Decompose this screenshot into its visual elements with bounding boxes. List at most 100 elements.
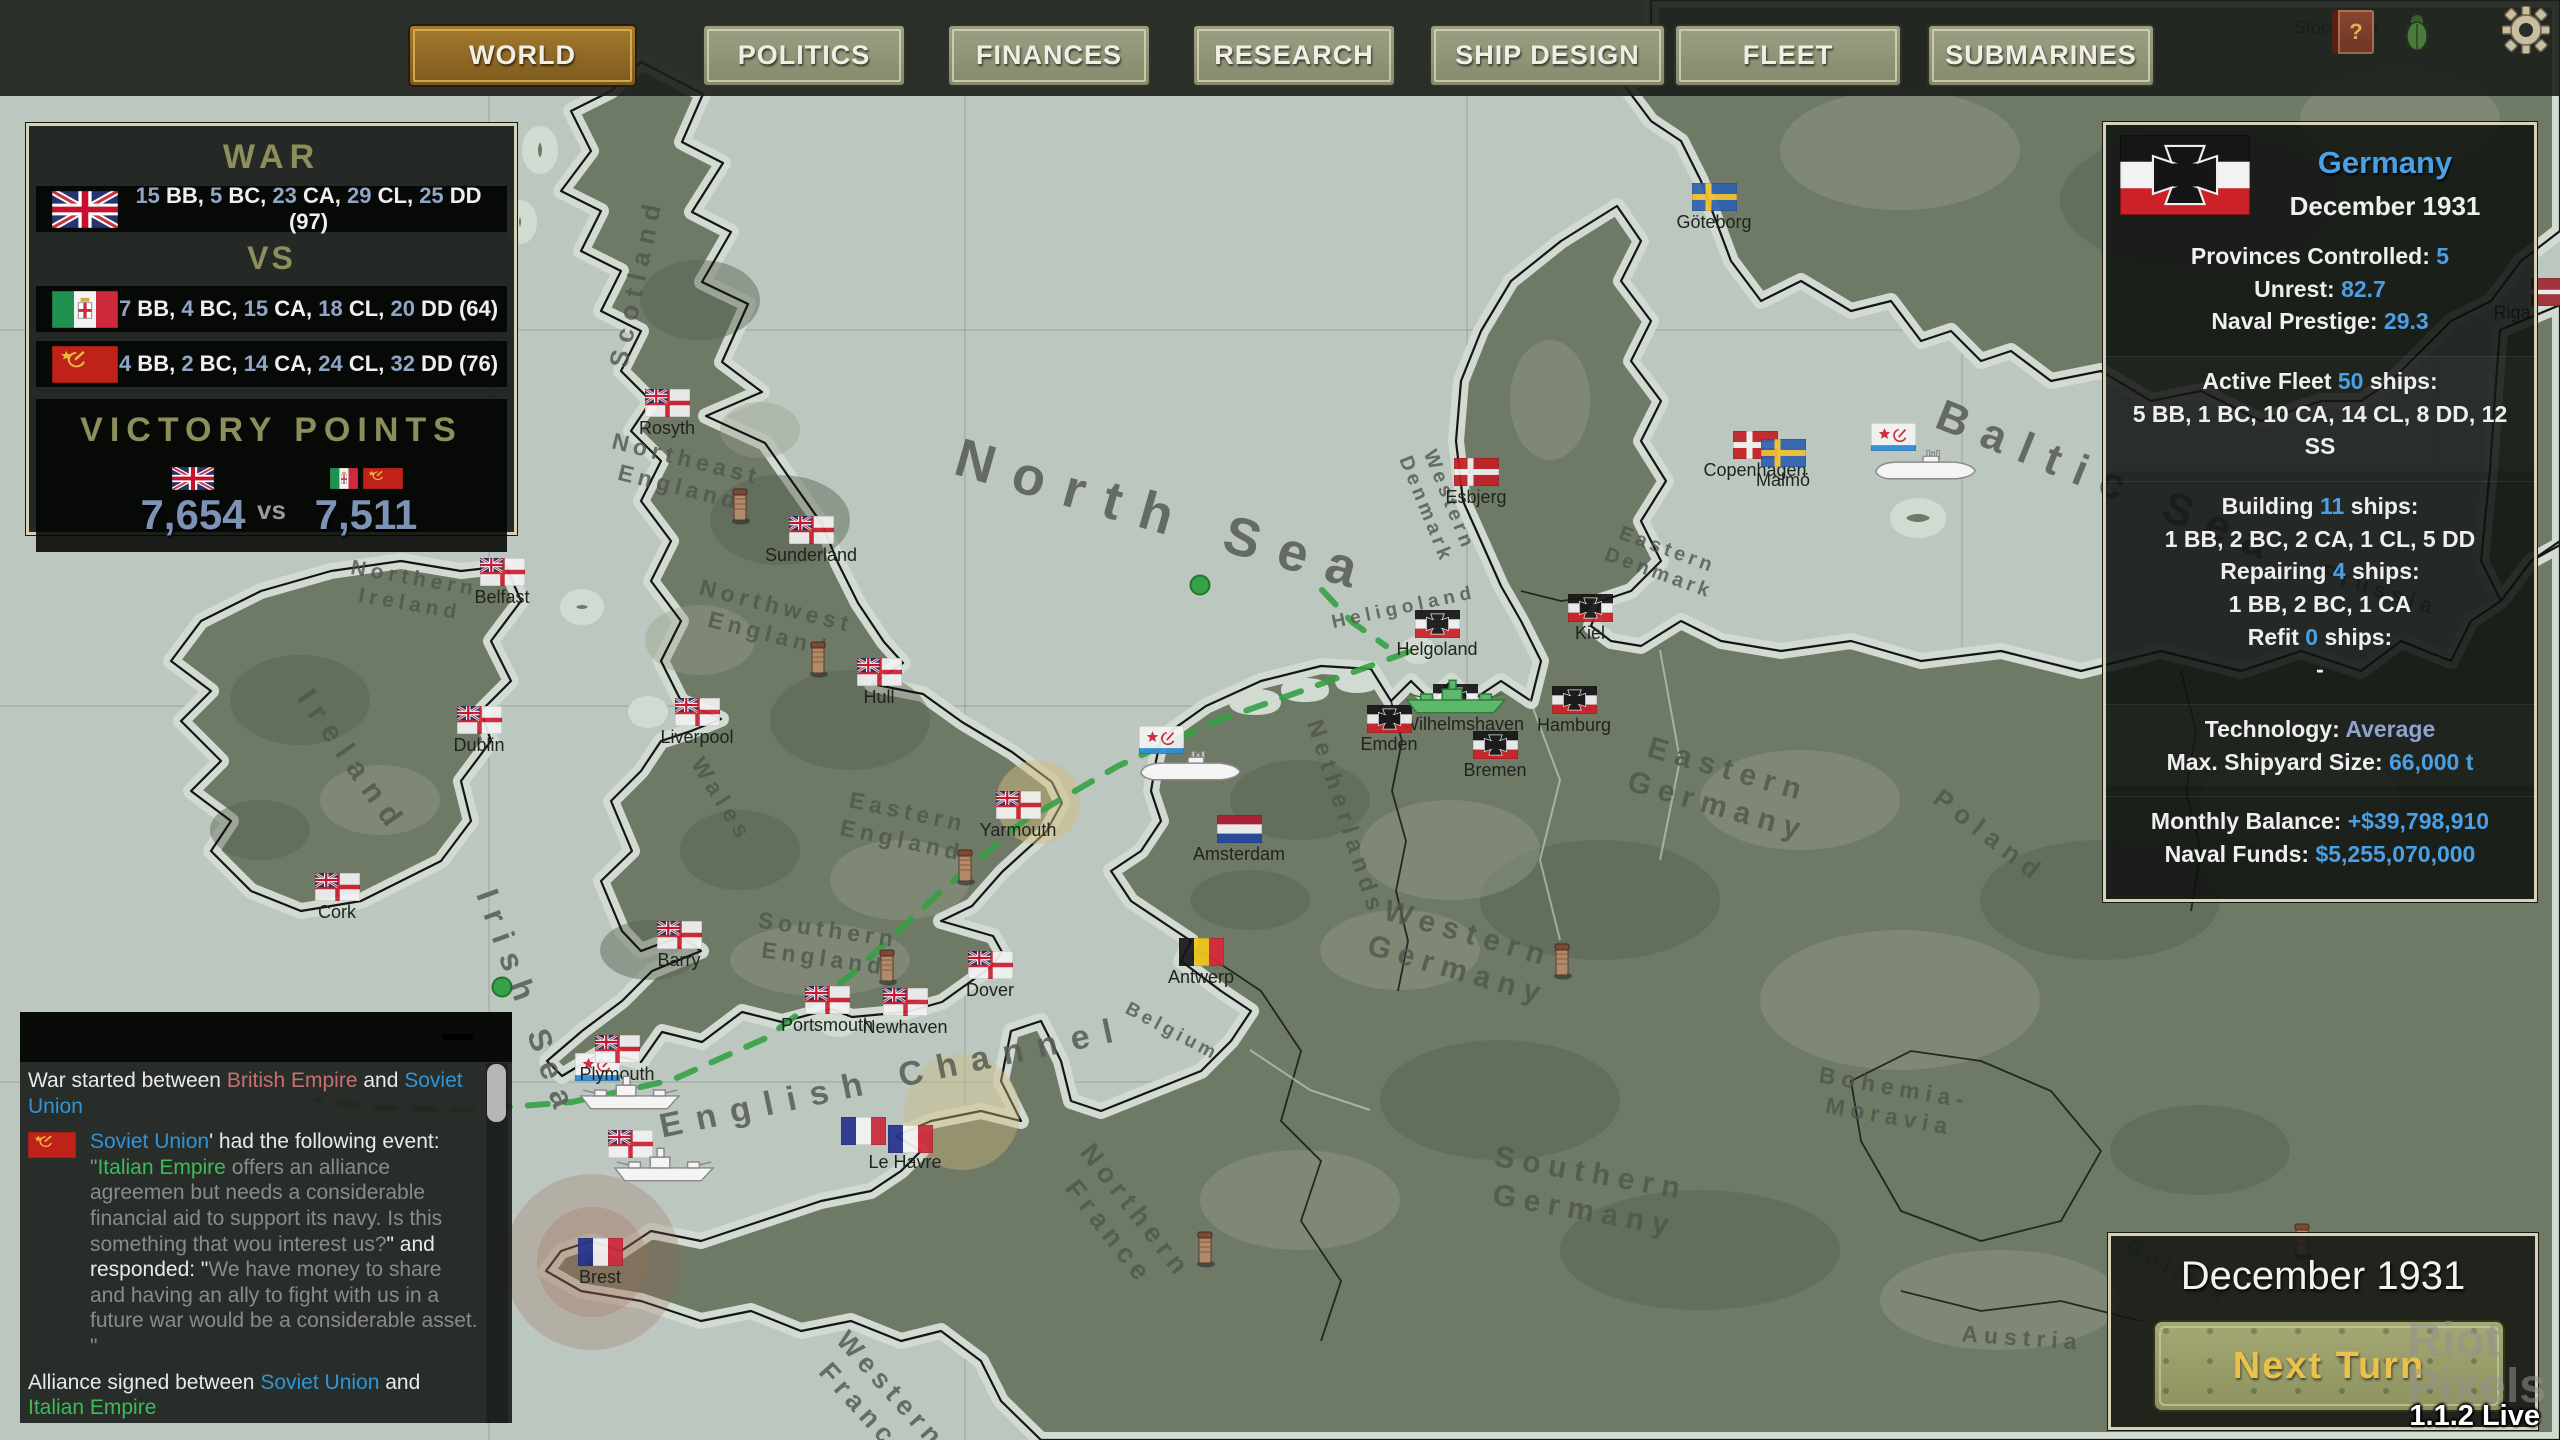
port-label: Göteborg [1676, 212, 1752, 232]
tab-finances[interactable]: FINANCES [947, 24, 1151, 87]
region-label: Northern Ireland [349, 555, 480, 625]
tab-world[interactable]: WORLD [408, 24, 637, 87]
soviet-fleet-composition: 4 BB, 2 BC, 14 CA, 24 CL, 32 DD (76) [118, 351, 499, 376]
port-label: Hull [863, 687, 895, 707]
version-label: 1.1.2 Live [2409, 1400, 2540, 1432]
port-label: Bremen [1463, 760, 1527, 780]
war-fleet-row-british: 15 BB, 5 BC, 23 CA, 29 CL, 25 DD (97) [36, 183, 507, 234]
war-fleet-row-soviet: 4 BB, 2 BC, 14 CA, 24 CL, 32 DD (76) [36, 341, 507, 387]
next-turn-label: Next Turn [2232, 1344, 2426, 1387]
allied-flags [108, 465, 278, 491]
tech-section: Technology: Average Max. Shipyard Size: … [2106, 703, 2534, 786]
region-label: Ireland [290, 683, 415, 841]
warship-sprite[interactable] [609, 1144, 719, 1189]
tab-politics[interactable]: POLITICS [702, 24, 906, 87]
port-label: Newhaven [862, 1017, 948, 1037]
fra-flag [840, 1116, 887, 1150]
event-log-header [20, 1012, 512, 1062]
british-fleet-composition: 15 BB, 5 BC, 23 CA, 29 CL, 25 DD (97) [135, 183, 482, 234]
industry-icon [728, 485, 752, 530]
event-log-entries: War started between British Empire and S… [27, 1068, 482, 1423]
log-entry: War started between British Empire and S… [28, 1069, 469, 1118]
region-label: Scotland [603, 193, 669, 371]
submarine-sprite[interactable] [1135, 750, 1245, 790]
tab-submarines[interactable]: SUBMARINES [1927, 24, 2155, 87]
region-label: Belgium [1121, 998, 1223, 1066]
sov-flag-icon [27, 1129, 90, 1359]
gear-icon[interactable] [2501, 5, 2551, 59]
italian-flag [51, 290, 119, 328]
scrollbar-thumb[interactable] [487, 1064, 506, 1122]
tab-fleet[interactable]: FLEET [1674, 24, 1902, 87]
game-screen: Scotland Northern Ireland Ireland Northeast E… [0, 0, 2560, 1440]
country-status-panel: Germany December 1931 Provinces Controll… [2102, 121, 2538, 903]
port-label: Sunderland [764, 545, 858, 565]
finance-section: Monthly Balance: +$39,798,910 Naval Fund… [2106, 796, 2534, 878]
region-label: Western France [813, 1325, 952, 1440]
region-label: Eastern Germany [1623, 730, 1813, 848]
fleet-position-dot [491, 976, 513, 998]
country-header: Germany December 1931 [2118, 133, 2520, 222]
port-label: Kiel [1574, 623, 1606, 643]
help-book-icon[interactable]: ? [2332, 10, 2374, 54]
country-date: December 1931 [2289, 191, 2481, 221]
victory-points-block: VICTORY POINTS 7,654 vs 7,511 [36, 399, 507, 552]
port-label: Malmö [1755, 470, 1811, 490]
region-label: Poland [1927, 782, 2053, 890]
british-flag [49, 187, 121, 231]
port-label: Hamburg [1536, 715, 1612, 735]
event-log-panel: War started between British Empire and S… [20, 1012, 512, 1423]
war-fleet-row-italian: 7 BB, 4 BC, 15 CA, 18 CL, 20 DD (64) [36, 286, 507, 332]
port-label: Esbjerg [1445, 487, 1507, 507]
industry-icon [875, 946, 899, 991]
minimize-icon[interactable] [442, 1034, 474, 1040]
italian-fleet-composition: 7 BB, 4 BC, 15 CA, 18 CL, 20 DD (64) [118, 296, 499, 321]
industry-icon [1193, 1228, 1217, 1273]
region-label: Northwest England [697, 574, 857, 662]
war-title: WAR [222, 138, 321, 176]
fleet-position-dot [1189, 574, 1211, 596]
sea-label: North Sea [948, 427, 1384, 605]
victory-points-title: VICTORY POINTS [80, 411, 463, 449]
region-label: Bohemia- Moravia [1817, 1061, 1973, 1140]
next-turn-button[interactable]: Next Turn [2153, 1320, 2505, 1412]
port-label: Dublin [453, 735, 505, 755]
tab-ship-design[interactable]: SHIP DESIGN [1429, 24, 1666, 87]
region-label: Southern Germany [1490, 1140, 1691, 1243]
help-glyph: ? [2349, 19, 2363, 44]
region-label: Western Germany [1363, 893, 1557, 1012]
victory-points-enemies: 7,511 [281, 465, 451, 539]
country-core-stats: Provinces Controlled: 5 Unrest: 82.7 Nav… [2190, 243, 2450, 335]
submarine-sprite[interactable] [1870, 449, 1980, 489]
turn-date: December 1931 [2180, 1254, 2466, 1298]
region-label: Eastern Denmark [1601, 522, 1719, 604]
warship-sprite[interactable] [1401, 676, 1511, 721]
tab-label: SHIP DESIGN [1455, 40, 1640, 70]
tab-label: SUBMARINES [1945, 40, 2137, 70]
enemy-flags [281, 465, 451, 491]
germany-flag [2118, 133, 2252, 217]
port-label: Belfast [474, 587, 530, 607]
industry-icon [1550, 940, 1574, 985]
region-label: Northern France [1059, 1138, 1198, 1291]
tab-label: WORLD [469, 40, 576, 70]
port-label: Brest [578, 1267, 622, 1287]
region-label: Wales [685, 752, 759, 848]
port-label: Rosyth [638, 418, 696, 438]
active-fleet-section: Active Fleet 50 ships: 5 BB, 1 BC, 10 CA… [2106, 355, 2534, 471]
port-label: Le Havre [868, 1152, 942, 1172]
soviet-flag [51, 345, 119, 383]
port-label: Cork [317, 902, 357, 922]
swe-flag [1760, 438, 1807, 472]
industry-icon [806, 638, 830, 683]
tab-label: FINANCES [975, 40, 1122, 70]
log-entry: Alliance signed between Soviet Union and… [28, 1370, 427, 1420]
war-vs-label: VS [247, 240, 296, 276]
port-label: Amsterdam [1192, 844, 1286, 864]
country-name: Germany [2317, 145, 2453, 180]
bug-icon[interactable] [2398, 8, 2436, 59]
port-label: Barry [657, 950, 701, 970]
port-label: Emden [1360, 734, 1418, 754]
tab-research[interactable]: RESEARCH [1192, 24, 1396, 87]
warship-sprite[interactable] [575, 1072, 685, 1117]
